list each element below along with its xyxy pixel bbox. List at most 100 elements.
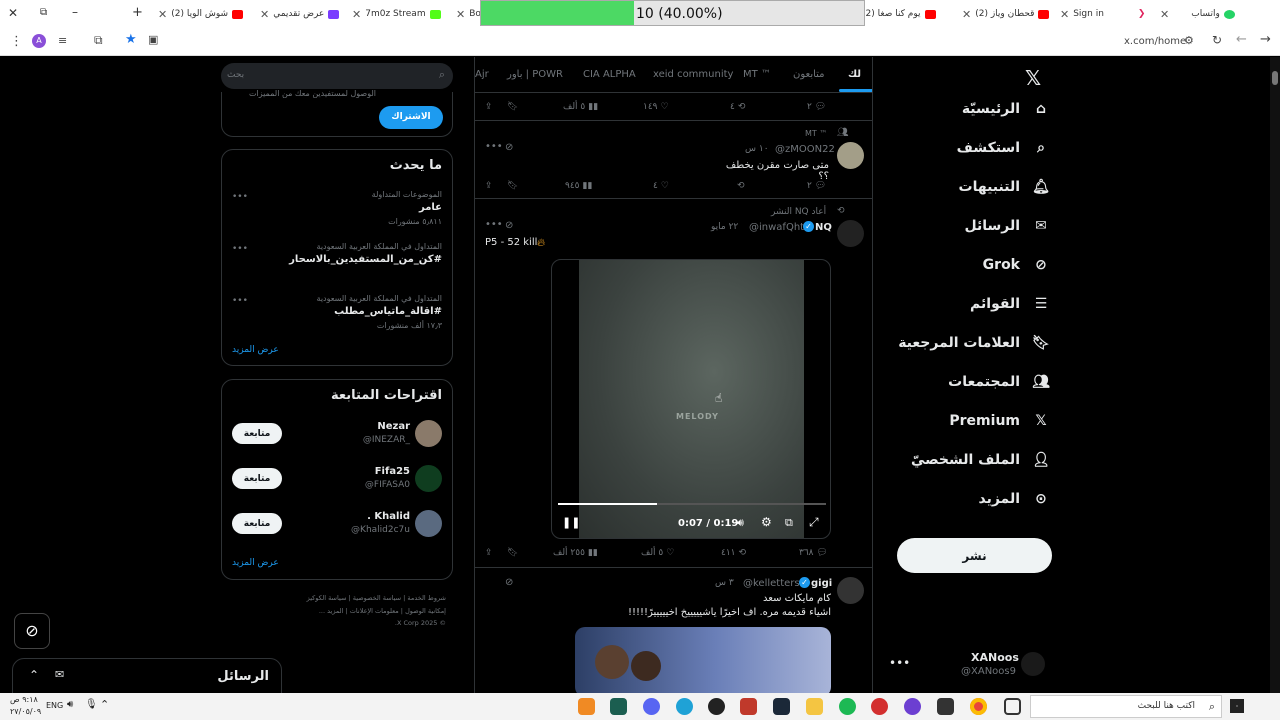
language-indicator[interactable]: ENG [46,701,63,710]
app-icon-12[interactable] [937,698,954,715]
restore-window-icon[interactable]: ⧉ [40,7,47,18]
tweet-handle[interactable]: @inwafQht [749,222,804,233]
tweet-author-name[interactable]: gigi [811,578,832,589]
nav-item-4[interactable]: ⊘ Grok [983,256,1050,274]
tab-mt[interactable]: MT ™ [743,69,771,80]
cast-icon[interactable]: ▣ [148,33,158,46]
pip-icon[interactable]: ⧉ [785,516,793,530]
windows-start-icon[interactable] [1230,699,1244,713]
chrome-icon[interactable] [970,698,987,715]
tab-close-icon[interactable]: ✕ [260,8,269,21]
suggestion-avatar[interactable] [415,465,442,492]
account-more-icon[interactable]: ••• [889,656,910,670]
nav-item-5[interactable]: ☰ القوائم [970,295,1050,313]
more-icon[interactable]: ••• [485,219,503,230]
nav-item-6[interactable]: 🔖︎ العلامات المرجعية [898,334,1050,352]
tweet-handle[interactable]: @zMOON22 [775,144,835,155]
file-explorer-icon[interactable] [806,698,823,715]
search-box[interactable]: ⌕ بحث [221,63,453,89]
browser-tab-1[interactable]: ✕ Sign in ❯ [1060,0,1150,28]
forward-icon[interactable]: ← [1236,32,1247,47]
page-scrollbar[interactable] [1270,57,1280,693]
nav-item-3[interactable]: ✉ الرسائل [964,217,1050,235]
reply-button[interactable]: ٢ 💬︎ [807,179,826,193]
tweet-handle[interactable]: @kelletters [743,578,800,589]
repost-button[interactable]: ٤١١ ⟲ [721,546,746,560]
nav-item-0[interactable]: ⌂ الرئيسيّة [962,100,1050,118]
tray-chevron-icon[interactable]: ⌃ [100,698,109,711]
tab-for-you[interactable]: لك [848,69,861,80]
messages-drawer[interactable]: ⌃ ✉ الرسائل [12,658,282,694]
search-input[interactable]: بحث [227,70,244,80]
trend-name[interactable]: عامر [419,202,442,213]
footer-link[interactable]: معلومات الإعلانات [350,607,399,615]
app-icon-10[interactable] [871,698,888,715]
reload-icon[interactable]: ↻ [1212,33,1222,47]
browser-tab-2[interactable]: ✕ (2) قحطان وياز [962,0,1052,28]
tab-close-icon[interactable]: ✕ [1060,8,1069,21]
views-button[interactable]: ٥ ألف ▮▮ [563,100,598,114]
trends-show-more[interactable]: عرض المزيد [232,345,279,355]
footer-link[interactable]: المزيد ... [319,607,344,615]
subscribe-button[interactable]: الاشتراك [379,106,443,129]
follow-show-more[interactable]: عرض المزيد [232,558,279,568]
nav-item-1[interactable]: ⌕ استكشف [957,139,1050,157]
trend-name[interactable]: #اقالة_ماتياس_مطلب [334,306,442,317]
new-message-icon[interactable]: ✉ [55,668,64,681]
tab-close-icon[interactable]: ✕ [456,8,465,21]
tweet-avatar[interactable] [837,142,864,169]
share-icon[interactable]: ⇪ [485,546,493,560]
new-tab-icon[interactable]: + [132,5,143,20]
volume-icon[interactable]: 🔊︎ [737,516,744,530]
browser-tab-4[interactable]: ✕ Bo [456,0,480,28]
nav-item-8[interactable]: 𝕏 Premium [949,412,1050,430]
app-icon-1[interactable] [578,698,595,715]
like-button[interactable]: ٤ ♡ [653,179,669,193]
x-logo-icon[interactable]: 𝕏 [1025,66,1041,90]
share-icon[interactable]: ⇪ [485,100,493,114]
expand-chevron-icon[interactable]: ⌃ [29,668,39,682]
tweet-author-name[interactable]: NQ [815,222,832,233]
edge-icon[interactable] [676,698,693,715]
footer-link[interactable]: سياسة الكوكيز [307,594,347,602]
settings-icon[interactable]: ⚙ [761,515,772,529]
kebab-menu-icon[interactable]: ⋮ [10,34,23,49]
bookmark-icon[interactable]: 🔖︎ [507,546,518,560]
trend-more-icon[interactable]: ••• [232,244,248,254]
video-player[interactable]: MELODY ☝ ❚❚ 0:07 / 0:19 🔊︎ ⚙ ⧉ ⤢ [551,259,831,539]
views-button[interactable]: ٩٤٥ ▮▮ [565,179,592,193]
trend-more-icon[interactable]: ••• [232,296,248,306]
tab-close-icon[interactable]: ✕ [158,8,167,21]
suggestion-name[interactable]: Nezar [377,421,410,432]
browser-menu-icon[interactable]: ✕ [8,6,18,20]
nav-item-7[interactable]: 👥︎ المجتمعات [948,373,1050,391]
speaker-icon[interactable]: 🔊︎ [67,699,73,710]
app-icon-2[interactable] [610,698,627,715]
suggestion-name[interactable]: Khalid . [367,511,410,522]
app-icon-6[interactable] [740,698,757,715]
reply-button[interactable]: ٣٦٨ 💬︎ [799,546,828,560]
grok-icon[interactable]: ⊘ [505,220,513,231]
bookmark-icon[interactable]: 🔖︎ [507,179,518,193]
url-text[interactable]: x.com/home [1124,36,1186,47]
tab-close-icon[interactable]: ✕ [962,8,971,21]
tweet-avatar[interactable] [837,220,864,247]
reply-button[interactable]: ٢ 💬︎ [807,100,826,114]
pause-icon[interactable]: ❚❚ [562,516,580,529]
browser-tab-6[interactable]: ✕ عرض تقديمي [260,0,348,28]
taskbar-search-input[interactable]: اكتب هنا للبحث [1138,701,1195,711]
minimize-window-icon[interactable]: – [72,5,78,19]
tab-following[interactable]: متابعون [793,69,825,80]
share-icon[interactable]: ⇪ [485,179,493,193]
tweet-1[interactable]: MT ™ 👥︎ @zMOON22 ١٠ س ⊘ ••• متى صارت مقر… [475,124,872,199]
fullscreen-icon[interactable]: ⤢ [809,515,819,530]
trend-more-icon[interactable]: ••• [232,192,248,202]
grok-icon[interactable]: ⊘ [505,142,513,153]
tab-ajr[interactable]: Ajr [475,69,489,80]
repost-button[interactable]: ٤ ⟲ [730,100,745,114]
scrollbar-thumb[interactable] [1272,71,1278,85]
tab-powr[interactable]: باور | POWR [507,69,563,80]
suggestion-avatar[interactable] [415,510,442,537]
profile-avatar-icon[interactable]: A [32,34,46,48]
tweet-3[interactable]: gigi ✓ @kelletters ٣ س ⊘ كام مايكات سعد … [475,569,872,693]
